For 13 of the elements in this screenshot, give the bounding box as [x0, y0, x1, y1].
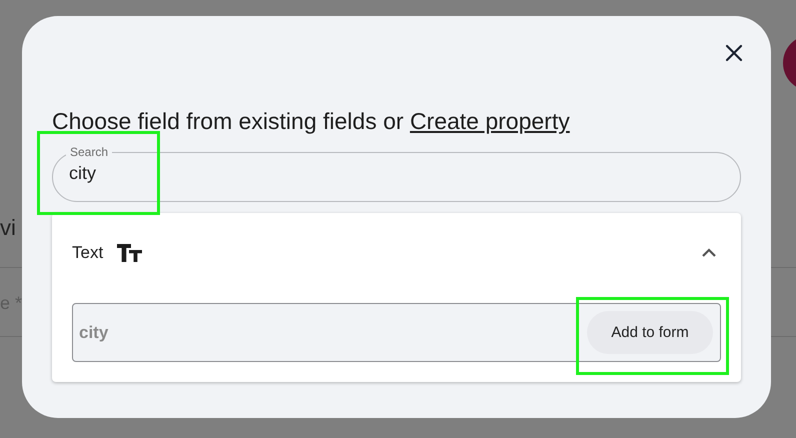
create-property-link[interactable]: Create property: [410, 108, 570, 134]
search-value: city: [69, 163, 97, 184]
search-field[interactable]: Search city: [52, 145, 741, 202]
field-name: city: [79, 322, 108, 342]
close-icon: [725, 44, 743, 62]
chevron-up-icon: [701, 248, 717, 258]
search-label: Search: [69, 145, 110, 159]
field-row[interactable]: city Add to form: [72, 303, 721, 362]
dialog-heading: Choose field from existing fields or Create property: [52, 108, 571, 134]
group-title: Text: [72, 243, 104, 263]
text-type-icon: [117, 244, 142, 262]
background-text: vi: [0, 215, 16, 241]
add-to-form-button[interactable]: Add to form: [587, 311, 713, 354]
